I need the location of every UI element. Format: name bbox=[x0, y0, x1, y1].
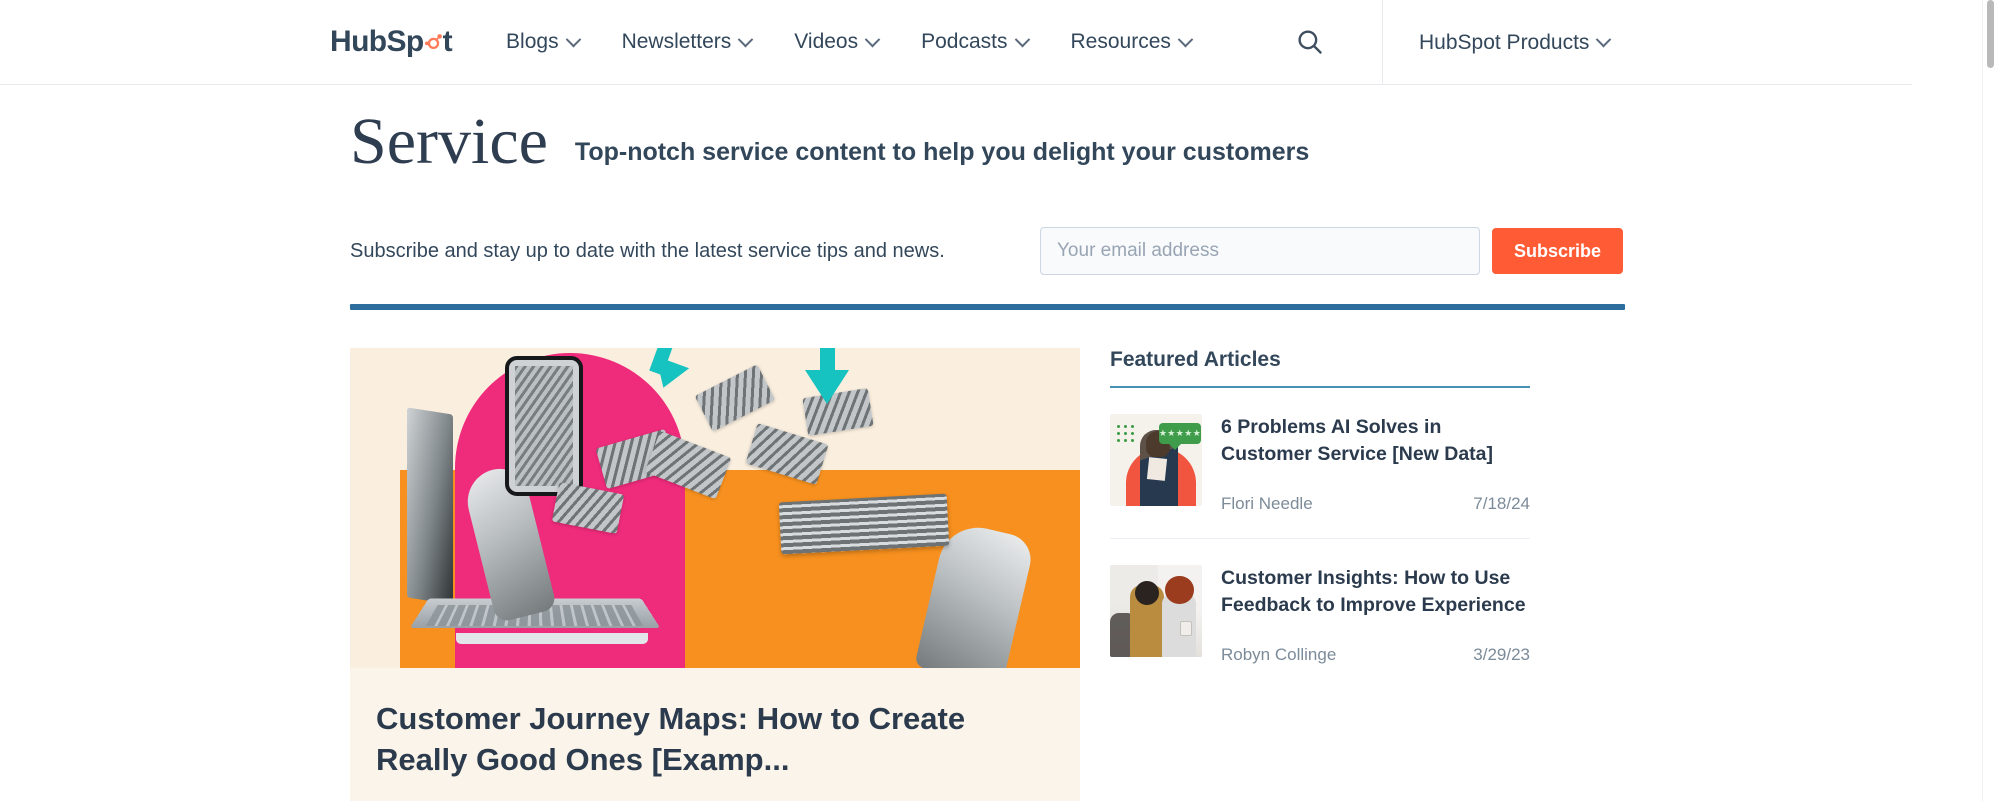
nav-item-videos[interactable]: Videos bbox=[794, 30, 878, 54]
logo-text-secondary: t bbox=[443, 25, 452, 59]
article-body: 6 Problems AI Solves in Customer Service… bbox=[1221, 414, 1530, 514]
nav-item-label: Blogs bbox=[506, 30, 559, 54]
subscribe-form: Subscribe bbox=[1040, 227, 1623, 275]
content-container: Service Top-notch service content to hel… bbox=[350, 85, 1630, 801]
nav-item-blogs[interactable]: Blogs bbox=[506, 30, 579, 54]
list-item[interactable]: Customer Insights: How to Use Feedback t… bbox=[1110, 539, 1530, 689]
nav-item-resources[interactable]: Resources bbox=[1071, 30, 1191, 54]
nav-item-label: Newsletters bbox=[622, 30, 732, 54]
nav-inner: HubSp t Blogs Newsletters Videos Podcast… bbox=[0, 0, 1338, 85]
nav-item-newsletters[interactable]: Newsletters bbox=[622, 30, 752, 54]
chevron-down-icon bbox=[565, 31, 581, 47]
nav-item-label: Resources bbox=[1071, 30, 1171, 54]
article-thumbnail bbox=[1110, 565, 1202, 657]
featured-post-image bbox=[350, 348, 1080, 668]
article-thumbnail: ★★★★★ bbox=[1110, 414, 1202, 506]
hubspot-sprocket-icon bbox=[423, 32, 444, 53]
list-item[interactable]: ★★★★★ 6 Problems AI Solves in Customer S… bbox=[1110, 388, 1530, 539]
site-header: HubSp t Blogs Newsletters Videos Podcast… bbox=[0, 0, 1912, 85]
vertical-scrollbar[interactable] bbox=[1982, 0, 1999, 801]
page-body: Service Top-notch service content to hel… bbox=[0, 85, 1912, 801]
chevron-down-icon bbox=[1178, 31, 1194, 47]
primary-nav: Blogs Newsletters Videos Podcasts Resour… bbox=[506, 30, 1234, 54]
article-date: 3/29/23 bbox=[1473, 645, 1530, 665]
content-grid: Customer Journey Maps: How to Create Rea… bbox=[350, 348, 1630, 801]
nav-item-hubspot-products[interactable]: HubSpot Products bbox=[1419, 31, 1609, 55]
subscribe-button[interactable]: Subscribe bbox=[1492, 228, 1623, 274]
nav-item-podcasts[interactable]: Podcasts bbox=[921, 30, 1027, 54]
featured-post-card[interactable]: Customer Journey Maps: How to Create Rea… bbox=[350, 348, 1080, 801]
star-rating-badge: ★★★★★ bbox=[1159, 423, 1201, 444]
scrollbar-thumb[interactable] bbox=[1987, 0, 1994, 68]
article-author: Robyn Collinge bbox=[1221, 645, 1336, 665]
nav-item-label: Videos bbox=[794, 30, 858, 54]
article-title: 6 Problems AI Solves in Customer Service… bbox=[1221, 414, 1530, 468]
nav-right-group: HubSpot Products bbox=[1382, 0, 1609, 85]
article-author: Flori Needle bbox=[1221, 494, 1313, 514]
featured-articles-sidebar: Featured Articles ★★★★★ 6 Problems AI So… bbox=[1110, 348, 1530, 801]
search-button[interactable] bbox=[1282, 14, 1338, 70]
article-body: Customer Insights: How to Use Feedback t… bbox=[1221, 565, 1530, 665]
hero-header: Service Top-notch service content to hel… bbox=[350, 85, 1630, 175]
email-field[interactable] bbox=[1040, 227, 1480, 275]
section-divider bbox=[350, 304, 1625, 310]
nav-item-label: HubSpot Products bbox=[1419, 31, 1589, 55]
dot-grid-icon bbox=[1115, 423, 1137, 443]
featured-post-title: Customer Journey Maps: How to Create Rea… bbox=[350, 668, 1080, 801]
nav-item-label: Podcasts bbox=[921, 30, 1007, 54]
article-date: 7/18/24 bbox=[1473, 494, 1530, 514]
subscribe-row: Subscribe and stay up to date with the l… bbox=[350, 224, 1630, 278]
article-title: Customer Insights: How to Use Feedback t… bbox=[1221, 565, 1530, 619]
article-meta: Robyn Collinge 3/29/23 bbox=[1221, 645, 1530, 665]
featured-articles-heading: Featured Articles bbox=[1110, 348, 1530, 388]
chevron-down-icon bbox=[1014, 31, 1030, 47]
chevron-down-icon bbox=[738, 31, 754, 47]
subscribe-description: Subscribe and stay up to date with the l… bbox=[350, 240, 945, 263]
page-subtitle: Top-notch service content to help you de… bbox=[575, 138, 1309, 175]
hubspot-logo[interactable]: HubSp t bbox=[330, 25, 452, 59]
browser-viewport: HubSp t Blogs Newsletters Videos Podcast… bbox=[0, 0, 1999, 801]
logo-text-primary: HubSp bbox=[330, 25, 424, 59]
chevron-down-icon bbox=[1596, 32, 1612, 48]
article-meta: Flori Needle 7/18/24 bbox=[1221, 494, 1530, 514]
chevron-down-icon bbox=[865, 31, 881, 47]
page-title: Service bbox=[350, 109, 548, 175]
search-icon bbox=[1295, 27, 1325, 57]
